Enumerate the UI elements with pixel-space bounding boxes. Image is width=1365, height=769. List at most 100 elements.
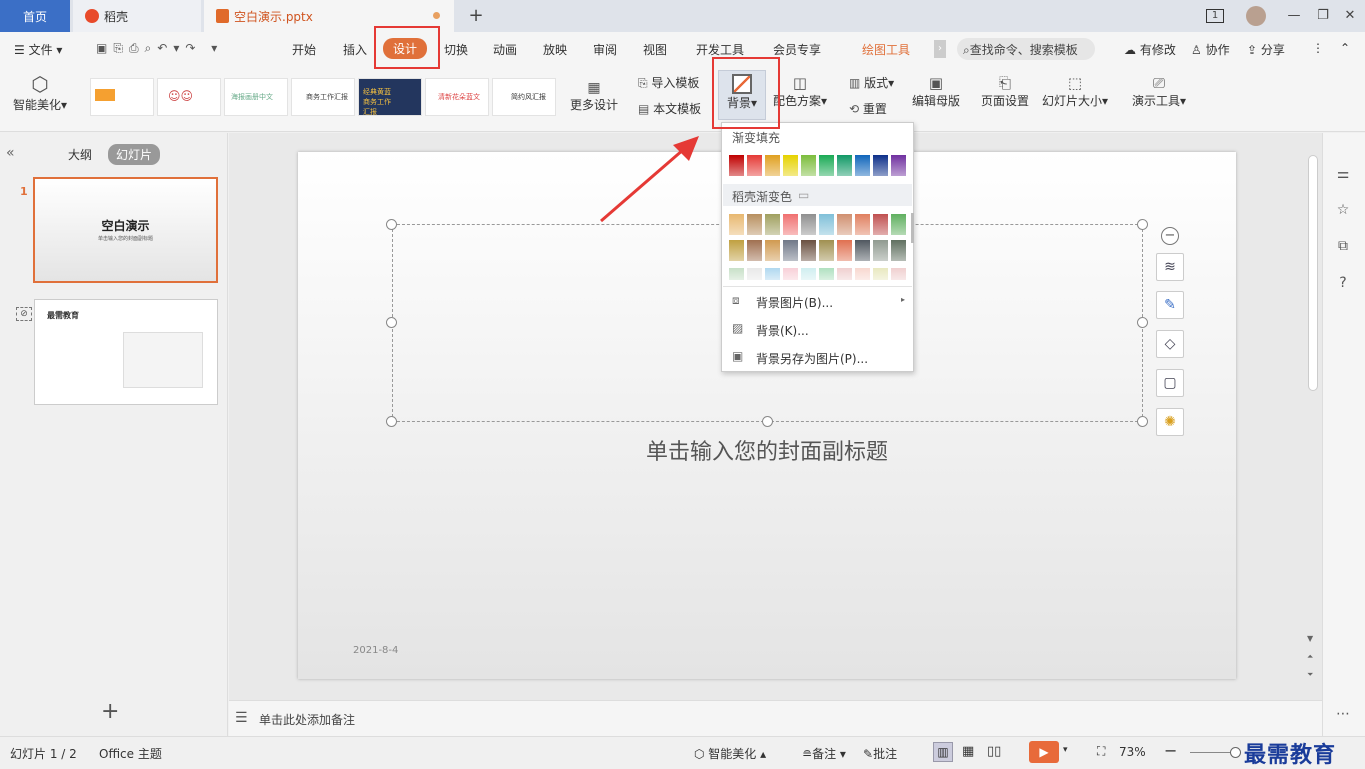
- resize-handle-br[interactable]: [1137, 416, 1148, 427]
- daoke-gradient-swatch[interactable]: [801, 214, 816, 235]
- resize-handle-tl[interactable]: [386, 219, 397, 230]
- daoke-gradient-swatch[interactable]: [855, 240, 870, 261]
- notes-bar[interactable]: ☰ 单击此处添加备注: [229, 700, 1322, 736]
- collapse-panel-icon[interactable]: «: [6, 145, 15, 161]
- daoke-gradient-swatch[interactable]: [747, 240, 762, 261]
- play-options-icon[interactable]: ▾: [1063, 745, 1068, 755]
- tab-developer[interactable]: 开发工具: [696, 41, 744, 58]
- daoke-gradient-swatch[interactable]: [765, 268, 780, 280]
- theme-name[interactable]: Office 主题: [99, 745, 162, 762]
- gradient-swatch[interactable]: [873, 155, 888, 176]
- fit-window-icon[interactable]: ⛶: [1097, 744, 1105, 759]
- play-slideshow-button[interactable]: ▶: [1029, 741, 1059, 763]
- daoke-gradient-swatch[interactable]: [765, 214, 780, 235]
- collapse-toolbar-icon[interactable]: −: [1161, 227, 1179, 245]
- daoke-gradient-swatch[interactable]: [891, 268, 906, 280]
- daoke-gradient-swatch[interactable]: [873, 268, 888, 280]
- template-thumb-6[interactable]: 清新花朵蓝文: [425, 78, 489, 116]
- tab-animation[interactable]: 动画: [493, 41, 517, 58]
- slide-size-button[interactable]: ⬚ 幻灯片大小▾: [1040, 74, 1110, 109]
- idea-bulb-icon[interactable]: ✺: [1156, 408, 1184, 436]
- gradient-swatch[interactable]: [801, 155, 816, 176]
- resize-handle-ml[interactable]: [386, 317, 397, 328]
- search-box[interactable]: ⌕查找命令、搜索模板: [957, 38, 1095, 60]
- zoom-slider-thumb[interactable]: [1230, 747, 1241, 758]
- tab-member[interactable]: 会员专享: [773, 41, 821, 58]
- daoke-gradient-swatch[interactable]: [747, 214, 762, 235]
- daoke-gradient-swatch[interactable]: [855, 268, 870, 280]
- daoke-gradient-swatch[interactable]: [801, 268, 816, 280]
- resize-handle-mr[interactable]: [1137, 317, 1148, 328]
- gradient-swatch[interactable]: [729, 155, 744, 176]
- zoom-level[interactable]: 73%: [1119, 745, 1146, 759]
- gradient-swatch[interactable]: [891, 155, 906, 176]
- present-tools-button[interactable]: ⎚ 演示工具▾: [1128, 74, 1190, 109]
- daoke-gradient-swatch[interactable]: [819, 214, 834, 235]
- more-icon[interactable]: ⋯: [1333, 706, 1353, 726]
- vertical-scrollbar-thumb[interactable]: [1308, 155, 1318, 391]
- collab-button[interactable]: ♙ 协作: [1191, 41, 1230, 58]
- daoke-gradient-swatch[interactable]: [729, 214, 744, 235]
- slide-2-thumbnail[interactable]: 最需教育: [34, 299, 218, 405]
- slides-tab[interactable]: 幻灯片: [108, 144, 161, 165]
- gradient-swatch[interactable]: [855, 155, 870, 176]
- template-thumb-2[interactable]: ☺☺: [157, 78, 221, 116]
- template-thumb-5[interactable]: 经典黄蓝商务工作汇报: [358, 78, 422, 116]
- gradient-swatch[interactable]: [819, 155, 834, 176]
- new-tab-button[interactable]: +: [466, 6, 486, 26]
- daoke-gradient-swatch[interactable]: [855, 214, 870, 235]
- gradient-swatch[interactable]: [747, 155, 762, 176]
- save-bg-item[interactable]: 背景另存为图片(P)...: [756, 350, 868, 367]
- smart-beautify-button[interactable]: ⬡ 智能美化▾: [10, 72, 70, 113]
- quick-access-toolbar[interactable]: ▣⎘⎙⌕↶▾↷ ▾: [96, 41, 223, 56]
- star-icon[interactable]: ☆: [1333, 202, 1353, 222]
- page-setup-button[interactable]: ⎗ 页面设置: [978, 74, 1032, 109]
- daoke-gradient-swatch[interactable]: [801, 240, 816, 261]
- gradient-swatch[interactable]: [837, 155, 852, 176]
- template-thumb-3[interactable]: 海报画册中文: [224, 78, 288, 116]
- daoke-gradient-swatch[interactable]: [837, 214, 852, 235]
- smart-beautify-status-button[interactable]: ⬡ 智能美化 ▴: [694, 745, 766, 762]
- reset-button[interactable]: ⟲ 重置: [849, 100, 887, 117]
- subtitle-placeholder[interactable]: 单击输入您的封面副标题: [298, 434, 1236, 466]
- import-template-button[interactable]: ⎘ 导入模板: [638, 74, 699, 91]
- share-button[interactable]: ⇪ 分享: [1247, 41, 1285, 58]
- bg-image-item[interactable]: 背景图片(B)...: [756, 294, 833, 311]
- resize-handle-bm[interactable]: [762, 416, 773, 427]
- daoke-gradient-swatch[interactable]: [891, 240, 906, 261]
- help-icon[interactable]: ?: [1333, 275, 1353, 295]
- page-badge[interactable]: 1: [1206, 9, 1224, 23]
- scroll-prev-page-icon[interactable]: ⏶: [1307, 652, 1313, 662]
- tab-insert[interactable]: 插入: [343, 41, 367, 58]
- tab-transition[interactable]: 切换: [444, 41, 468, 58]
- layout-button[interactable]: ▥ 版式▾: [849, 74, 894, 91]
- close-icon[interactable]: ✕: [1340, 6, 1360, 26]
- resize-handle-bl[interactable]: [386, 416, 397, 427]
- gradient-swatch[interactable]: [783, 155, 798, 176]
- user-avatar[interactable]: [1246, 6, 1266, 26]
- daoke-gradient-swatch[interactable]: [783, 268, 798, 280]
- daoke-gradient-swatch[interactable]: [873, 240, 888, 261]
- daoke-gradient-swatch[interactable]: [729, 268, 744, 280]
- scroll-next-page-icon[interactable]: ⏷: [1307, 670, 1313, 680]
- daoke-gradient-swatch[interactable]: [783, 214, 798, 235]
- tab-daoke[interactable]: 稻壳: [73, 0, 201, 32]
- this-template-button[interactable]: ▤ 本文模板: [638, 100, 701, 117]
- normal-view-icon[interactable]: ▥: [933, 742, 953, 762]
- more-options-icon[interactable]: ⋮: [1312, 41, 1324, 55]
- notes-toggle-button[interactable]: ≘备注 ▾: [802, 745, 846, 762]
- edit-master-button[interactable]: ▣ 编辑母版: [910, 74, 962, 109]
- more-tabs-button[interactable]: ›: [934, 40, 946, 58]
- daoke-gradient-swatch[interactable]: [765, 240, 780, 261]
- brush-icon[interactable]: ✎: [1156, 291, 1184, 319]
- tab-view[interactable]: 视图: [643, 41, 667, 58]
- has-edit-button[interactable]: ☁ 有修改: [1124, 41, 1176, 58]
- layers-icon[interactable]: ≋: [1156, 253, 1184, 281]
- daoke-gradient-swatch[interactable]: [837, 268, 852, 280]
- tab-start[interactable]: 开始: [292, 41, 316, 58]
- daoke-gradient-swatch[interactable]: [891, 214, 906, 235]
- restore-icon[interactable]: ❐: [1313, 6, 1333, 26]
- outline-tab[interactable]: 大纲: [68, 146, 92, 163]
- comments-button[interactable]: ✎批注: [863, 745, 897, 762]
- more-designs-button[interactable]: ▦ 更多设计: [566, 80, 622, 113]
